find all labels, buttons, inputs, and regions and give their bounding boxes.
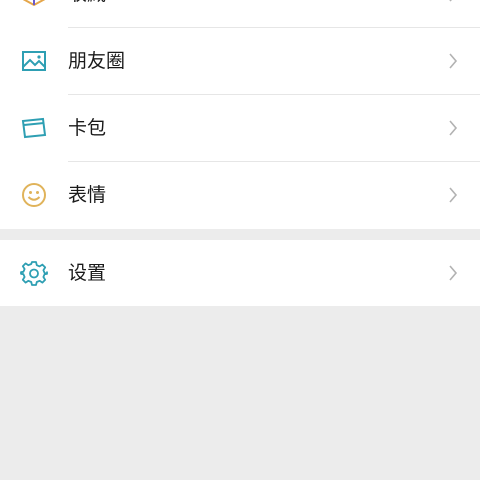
menu-group-main: 收藏 朋友圈	[0, 0, 480, 229]
menu-row-moments[interactable]: 朋友圈	[0, 28, 480, 94]
favorites-cube-icon	[20, 0, 48, 8]
menu-row-label: 朋友圈	[68, 50, 126, 72]
chevron-right-icon	[448, 0, 458, 2]
chevron-right-icon	[448, 120, 458, 136]
menu-row-favorites[interactable]: 收藏	[0, 0, 480, 27]
menu-row-settings[interactable]: 设置	[0, 240, 480, 306]
chevron-right-icon	[448, 187, 458, 203]
card-wallet-icon	[20, 114, 48, 142]
chevron-right-icon	[448, 265, 458, 281]
me-tab-screen: 收藏 朋友圈	[0, 0, 480, 480]
menu-group-settings: 设置	[0, 240, 480, 306]
menu-row-label: 卡包	[68, 117, 107, 139]
chevron-right-icon	[448, 53, 458, 69]
menu-row-card-wallet[interactable]: 卡包	[0, 95, 480, 161]
menu-row-stickers[interactable]: 表情	[0, 162, 480, 228]
menu-row-label: 表情	[68, 184, 107, 206]
menu-row-label: 收藏	[68, 0, 106, 27]
gear-icon	[20, 259, 48, 287]
moments-image-icon	[20, 47, 48, 75]
smiley-face-icon	[20, 181, 48, 209]
menu-row-label: 设置	[68, 262, 107, 284]
